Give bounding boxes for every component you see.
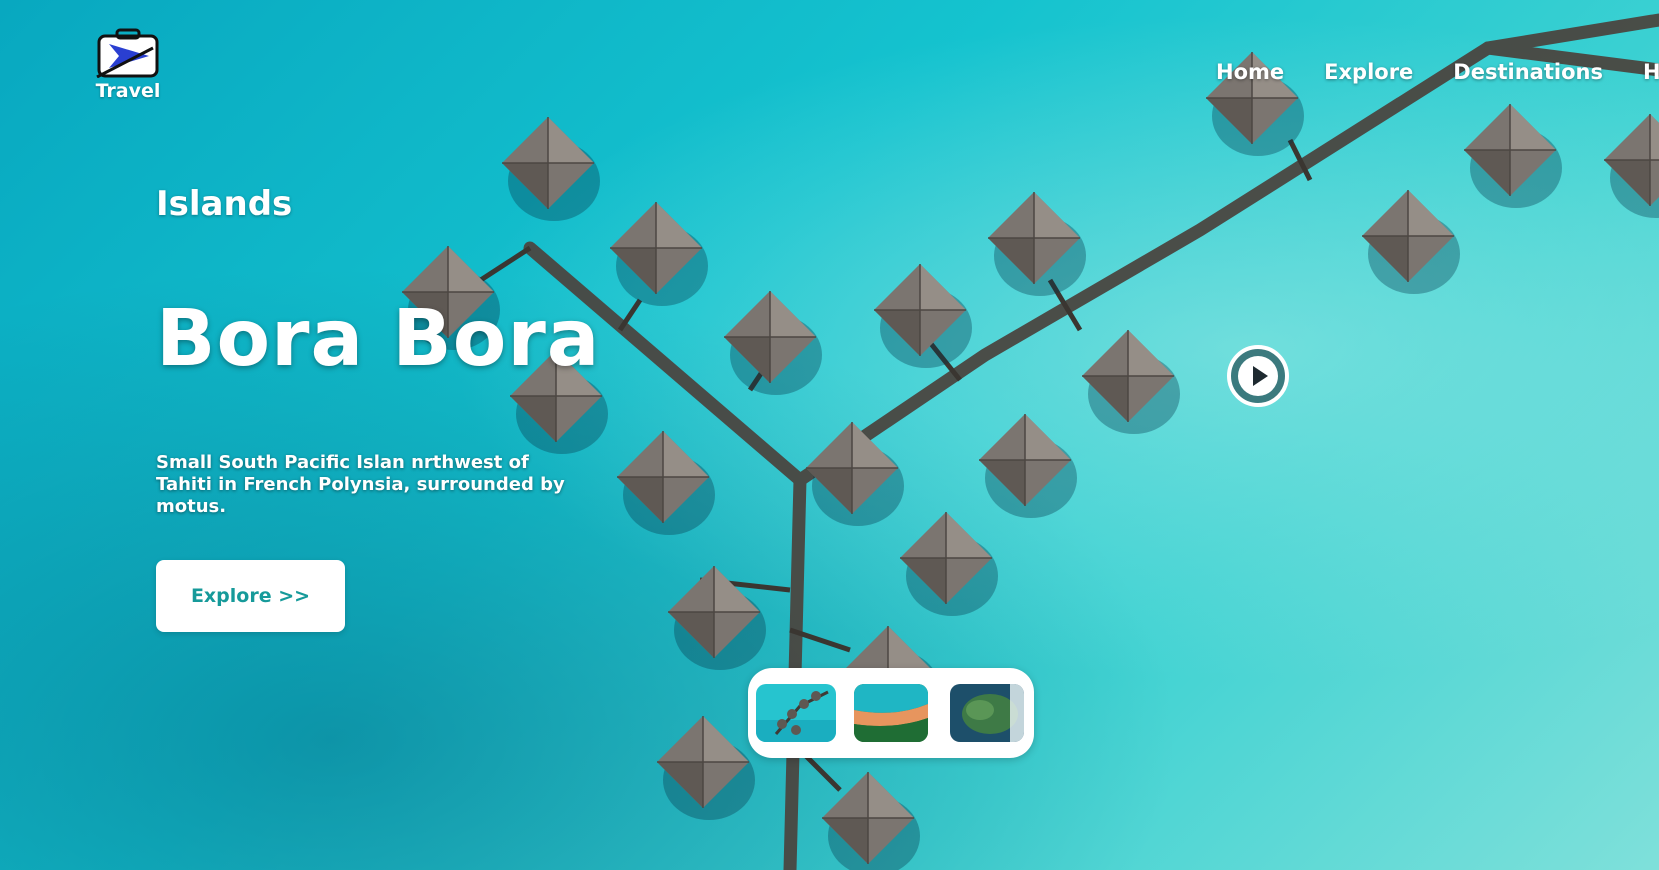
hero-category: Islands xyxy=(156,184,293,224)
suitcase-plane-icon xyxy=(95,28,161,79)
play-circle-icon xyxy=(1227,345,1289,407)
nav-home-truncated[interactable]: Ho xyxy=(1643,60,1659,84)
brand-logo[interactable]: Travel xyxy=(92,28,164,102)
nav-explore[interactable]: Explore xyxy=(1324,60,1413,84)
brand-name: Travel xyxy=(95,80,161,102)
thumbnail-island[interactable] xyxy=(950,684,1024,742)
overwater-bungalows-thumbnail xyxy=(756,684,836,742)
thumbnail-bungalows[interactable] xyxy=(756,684,836,742)
destination-thumbnails xyxy=(748,668,1034,758)
hero-title: Bora Bora xyxy=(156,294,601,384)
explore-button[interactable]: Explore >> xyxy=(156,560,345,632)
island-aerial-thumbnail xyxy=(950,684,1024,742)
thumbnail-beach[interactable] xyxy=(854,684,928,742)
beach-coast-thumbnail xyxy=(854,684,928,742)
nav-destinations[interactable]: Destinations xyxy=(1453,60,1603,84)
play-video-button[interactable] xyxy=(1226,344,1290,408)
hero-description: Small South Pacific Islan nrthwest of Ta… xyxy=(156,452,565,517)
nav-home[interactable]: Home xyxy=(1216,60,1284,84)
main-nav: Home Explore Destinations Ho xyxy=(1216,60,1659,84)
